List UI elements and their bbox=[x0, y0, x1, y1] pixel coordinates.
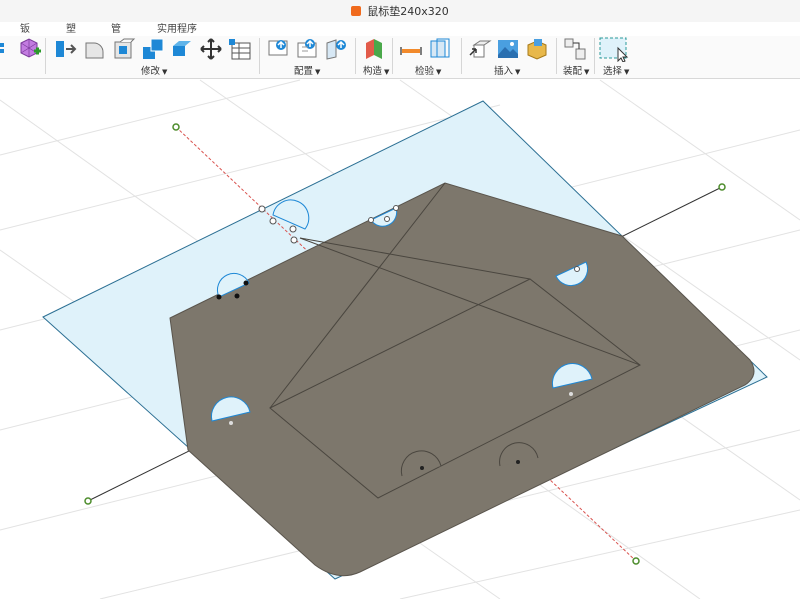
inspect-group-label[interactable]: 检验 ▼ bbox=[415, 63, 441, 77]
document-icon bbox=[351, 6, 362, 16]
shell-icon[interactable] bbox=[112, 37, 136, 61]
measure-icon[interactable] bbox=[399, 37, 423, 61]
joint-icon[interactable] bbox=[563, 37, 587, 61]
viewport-svg[interactable] bbox=[0, 79, 800, 600]
window-title: 鼠标垫240x320 bbox=[367, 5, 449, 18]
assemble-label: 装配 bbox=[563, 66, 583, 77]
extrude-icon[interactable] bbox=[54, 37, 78, 61]
section-icon[interactable] bbox=[428, 37, 452, 61]
construct-group-label[interactable]: 构造 ▼ bbox=[363, 63, 389, 77]
assemble-group-label[interactable]: 装配 ▼ bbox=[563, 63, 589, 77]
insert-derive-icon[interactable] bbox=[468, 37, 492, 61]
configure-group-label[interactable]: 配置 ▼ bbox=[294, 63, 320, 77]
modify-label: 修改 bbox=[141, 66, 161, 77]
create-form-icon[interactable] bbox=[17, 37, 41, 61]
insert-group-label[interactable]: 插入 ▼ bbox=[494, 63, 520, 77]
construct-plane-icon[interactable] bbox=[362, 37, 386, 61]
viewport-canvas[interactable] bbox=[0, 79, 800, 600]
select-icon bbox=[599, 37, 629, 63]
select-button[interactable] bbox=[598, 36, 632, 63]
configure-icon[interactable] bbox=[325, 37, 349, 61]
modify-group-label[interactable]: 修改 ▼ bbox=[141, 63, 167, 77]
combine-icon[interactable] bbox=[141, 37, 165, 61]
select-group-label[interactable]: 选择 ▼ bbox=[603, 63, 629, 77]
insert-label: 插入 bbox=[494, 66, 514, 77]
fillet-icon[interactable] bbox=[83, 37, 107, 61]
insert-image-icon[interactable] bbox=[496, 37, 520, 61]
inspect-label: 检验 bbox=[415, 66, 435, 77]
offset-face-icon[interactable] bbox=[170, 37, 194, 61]
move-icon[interactable] bbox=[199, 37, 223, 61]
configure-label: 配置 bbox=[294, 66, 314, 77]
change-parameters-icon[interactable] bbox=[296, 37, 320, 61]
construct-label: 构造 bbox=[363, 66, 383, 77]
decal-icon[interactable] bbox=[525, 37, 549, 61]
select-label: 选择 bbox=[603, 66, 623, 77]
ribbon-toolbar: 修改 ▼ 配置 ▼ 构造 ▼ 检验 ▼ 插入 ▼ 装配 ▼ 选择 ▼ bbox=[0, 36, 800, 79]
parameters-icon[interactable] bbox=[267, 37, 291, 61]
tab-utilities[interactable]: 实用程序 bbox=[157, 18, 197, 37]
align-icon[interactable] bbox=[228, 37, 252, 61]
